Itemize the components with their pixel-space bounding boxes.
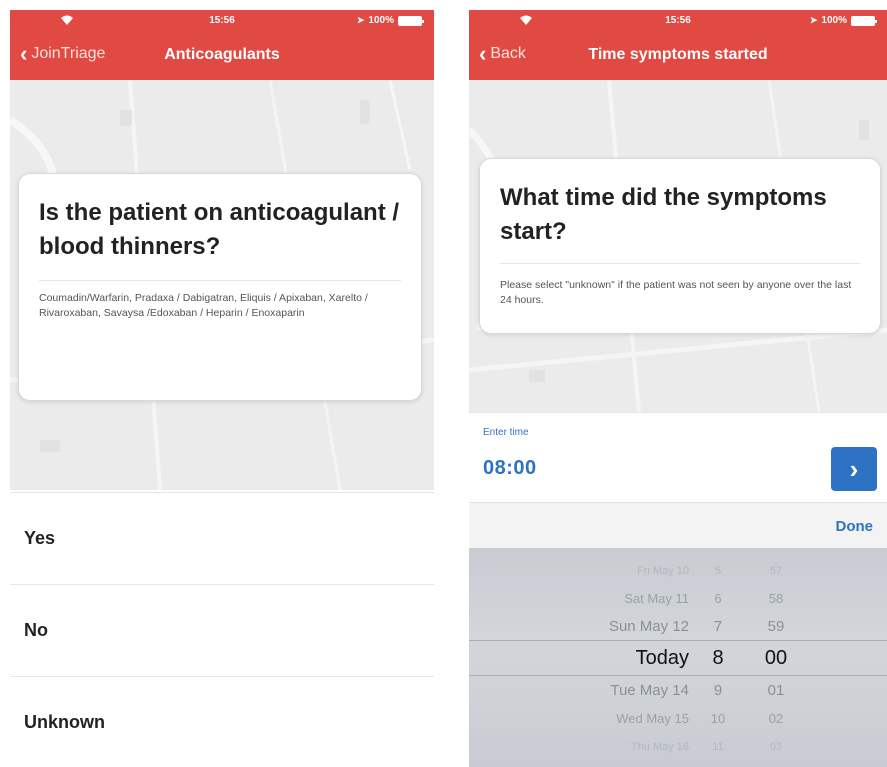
time-label: Enter time xyxy=(483,427,529,438)
time-entry: Enter time 08:00 › xyxy=(469,412,887,502)
nav-bar: ‹ JoinTriage Anticoagulants xyxy=(10,32,434,80)
time-input[interactable]: 08:00 xyxy=(483,457,537,480)
picker-hour-option[interactable]: 5 xyxy=(705,556,731,586)
picker-hour-option[interactable]: 9 xyxy=(705,676,731,706)
question-text: Is the patient on anticoagulant / blood … xyxy=(39,199,400,260)
next-button[interactable]: › xyxy=(831,447,877,491)
picker-minute-option[interactable]: 59 xyxy=(759,612,793,642)
divider xyxy=(39,280,401,281)
battery-percent: 100% xyxy=(821,15,847,26)
picker-minute-option[interactable]: 57 xyxy=(759,556,793,586)
chevron-right-icon: › xyxy=(849,453,859,484)
date-time-picker[interactable]: Fri May 10 5 57 Sat May 11 6 58 Sun May 12 7 59 T… xyxy=(469,548,887,767)
time-symptoms-screen: 15:56 ➤ 100% ‹ Back Time symptoms starte… xyxy=(469,10,887,767)
done-button[interactable]: Done xyxy=(836,518,874,535)
picker-minute-option[interactable]: 01 xyxy=(759,676,793,706)
picker-minute-option[interactable]: 03 xyxy=(759,732,793,762)
picker-day-option[interactable]: Thu May 16 xyxy=(631,732,689,762)
question-text: What time did the symptoms start? xyxy=(500,184,827,245)
picker-minute-option[interactable]: 02 xyxy=(759,704,793,734)
option-label: Yes xyxy=(24,528,56,548)
picker-day-option[interactable]: Sat May 11 xyxy=(624,584,689,614)
status-bar: 15:56 ➤ 100% xyxy=(469,10,887,32)
question-hint: Please select "unknown" if the patient w… xyxy=(500,279,852,306)
page-title: Time symptoms started xyxy=(588,46,768,63)
option-label: No xyxy=(24,620,48,640)
picker-hour-option[interactable]: 7 xyxy=(705,612,731,642)
option-label: Unknown xyxy=(24,712,105,732)
divider xyxy=(500,263,860,264)
picker-day-option[interactable]: Tue May 14 xyxy=(610,676,689,706)
question-card: What time did the symptoms start? Please… xyxy=(479,158,881,334)
picker-day-option[interactable]: Sun May 12 xyxy=(609,612,689,642)
picker-toolbar: Done xyxy=(469,502,887,548)
location-arrow-icon: ➤ xyxy=(356,15,365,25)
option-unknown[interactable]: Unknown xyxy=(10,676,434,767)
picker-day-option[interactable]: Today xyxy=(636,643,689,673)
anticoagulants-screen: 15:56 ➤ 100% ‹ JoinTriage Anticoagulants… xyxy=(10,10,434,767)
option-yes[interactable]: Yes xyxy=(10,492,434,584)
page-title: Anticoagulants xyxy=(164,46,280,63)
picker-day-option[interactable]: Wed May 15 xyxy=(616,704,689,734)
battery-icon xyxy=(398,15,424,26)
question-card: Is the patient on anticoagulant / blood … xyxy=(18,173,422,401)
location-arrow-icon: ➤ xyxy=(809,15,818,25)
picker-hour-option[interactable]: 6 xyxy=(705,584,731,614)
picker-hour-option[interactable]: 8 xyxy=(705,643,731,673)
picker-hour-option[interactable]: 10 xyxy=(705,704,731,734)
nav-bar: ‹ Back Time symptoms started xyxy=(469,32,887,80)
question-hint: Coumadin/Warfarin, Pradaxa / Dabigatran,… xyxy=(39,292,368,319)
battery-percent: 100% xyxy=(368,15,394,26)
picker-day-option[interactable]: Fri May 10 xyxy=(637,556,689,586)
picker-hour-option[interactable]: 11 xyxy=(705,732,731,762)
picker-minute-option[interactable]: 58 xyxy=(759,584,793,614)
option-no[interactable]: No xyxy=(10,584,434,676)
status-bar: 15:56 ➤ 100% xyxy=(10,10,434,32)
battery-icon xyxy=(851,15,877,26)
picker-minute-option[interactable]: 00 xyxy=(759,643,793,673)
